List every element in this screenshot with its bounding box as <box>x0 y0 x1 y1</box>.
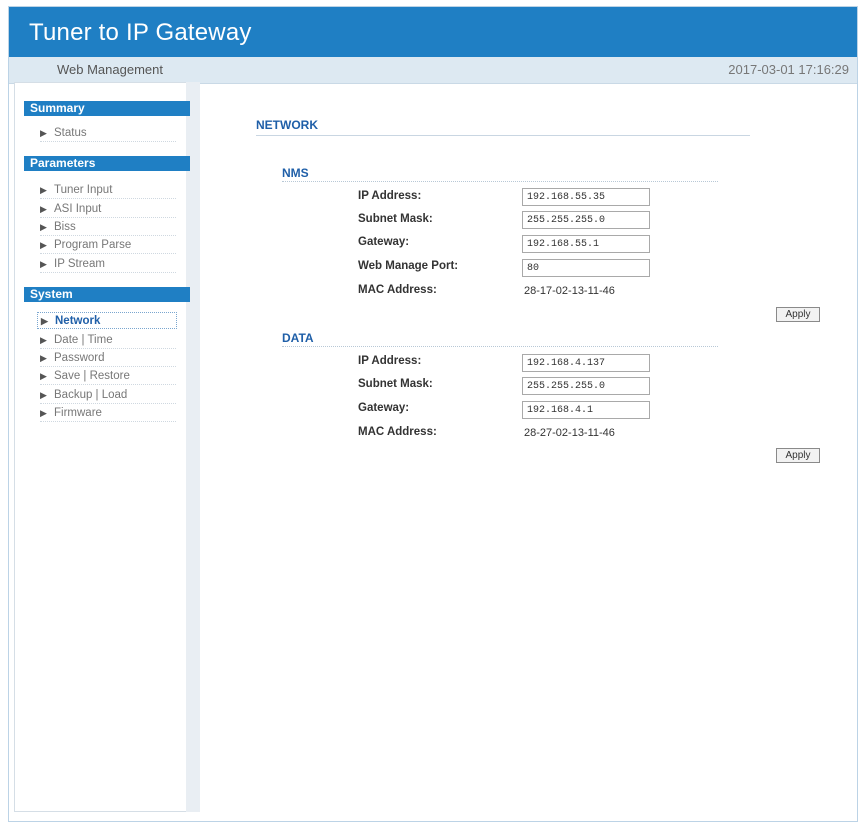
sidebar-item-tuner-input[interactable]: ▶ Tuner Input <box>40 182 176 199</box>
sidebar-item-date-time[interactable]: ▶ Date | Time <box>40 332 176 349</box>
nms-gateway-label: Gateway: <box>358 236 410 248</box>
sidebar-item-save-restore[interactable]: ▶ Save | Restore <box>40 368 176 385</box>
web-management-label: Web Management <box>57 62 163 77</box>
nms-divider <box>282 181 718 182</box>
nms-web-port-label: Web Manage Port: <box>358 260 459 272</box>
section-header-parameters: Parameters <box>24 156 190 171</box>
nms-mac-value: 28-17-02-13-11-46 <box>524 285 615 297</box>
arrow-right-icon: ▶ <box>41 316 48 326</box>
arrow-right-icon: ▶ <box>40 259 47 269</box>
nms-subnet-label: Subnet Mask: <box>358 213 433 225</box>
data-divider <box>282 346 718 347</box>
sidebar-item-label: IP Stream <box>54 258 105 270</box>
sidebar-item-label: Program Parse <box>54 239 132 251</box>
data-apply-button[interactable]: Apply <box>776 448 820 463</box>
arrow-right-icon: ▶ <box>40 408 47 418</box>
sidebar-item-label: Biss <box>54 221 76 233</box>
sidebar-item-network[interactable]: ▶ Network <box>37 312 177 329</box>
sidebar-item-label: ASI Input <box>54 203 102 215</box>
sidebar-item-biss[interactable]: ▶ Biss <box>40 219 176 236</box>
data-ip-input[interactable] <box>522 354 650 372</box>
arrow-right-icon: ▶ <box>40 185 47 195</box>
arrow-right-icon: ▶ <box>40 128 47 138</box>
sidebar-item-label: Password <box>54 352 105 364</box>
data-gateway-label: Gateway: <box>358 402 410 414</box>
data-gateway-input[interactable] <box>522 401 650 419</box>
sidebar-item-label: Firmware <box>54 407 102 419</box>
sidebar-item-label: Status <box>54 127 87 139</box>
sidebar-item-label: Save | Restore <box>54 370 130 382</box>
app-title: Tuner to IP Gateway <box>29 19 252 46</box>
arrow-right-icon: ▶ <box>40 240 47 250</box>
sidebar-divider <box>186 82 200 812</box>
sidebar-item-ip-stream[interactable]: ▶ IP Stream <box>40 256 176 273</box>
nms-ip-label: IP Address: <box>358 190 422 202</box>
page-title: NETWORK <box>256 118 318 132</box>
datetime-display: 2017-03-01 17:16:29 <box>728 62 849 77</box>
nms-gateway-input[interactable] <box>522 235 650 253</box>
data-ip-label: IP Address: <box>358 355 422 367</box>
sidebar-item-label: Network <box>55 315 101 327</box>
sidebar-item-label: Date | Time <box>54 334 113 346</box>
data-subnet-input[interactable] <box>522 377 650 395</box>
sidebar-item-label: Backup | Load <box>54 389 128 401</box>
sidebar-item-backup-load[interactable]: ▶ Backup | Load <box>40 387 176 404</box>
data-subnet-label: Subnet Mask: <box>358 378 433 390</box>
arrow-right-icon: ▶ <box>40 204 47 214</box>
sub-header: Web Management 2017-03-01 17:16:29 <box>9 57 857 84</box>
arrow-right-icon: ▶ <box>40 335 47 345</box>
section-header-system: System <box>24 287 190 302</box>
data-mac-label: MAC Address: <box>358 426 437 438</box>
arrow-right-icon: ▶ <box>40 353 47 363</box>
nms-subnet-input[interactable] <box>522 211 650 229</box>
sidebar-item-label: Tuner Input <box>54 184 113 196</box>
nms-section-title: NMS <box>282 166 309 180</box>
nms-apply-button[interactable]: Apply <box>776 307 820 322</box>
sidebar-item-asi-input[interactable]: ▶ ASI Input <box>40 201 176 218</box>
section-header-summary: Summary <box>24 101 190 116</box>
data-mac-value: 28-27-02-13-11-46 <box>524 427 615 439</box>
arrow-right-icon: ▶ <box>40 390 47 400</box>
nms-web-port-input[interactable] <box>522 259 650 277</box>
arrow-right-icon: ▶ <box>40 371 47 381</box>
data-section-title: DATA <box>282 331 314 345</box>
nms-mac-label: MAC Address: <box>358 284 437 296</box>
title-bar: Tuner to IP Gateway <box>9 7 857 57</box>
nms-ip-input[interactable] <box>522 188 650 206</box>
sidebar-item-status[interactable]: ▶ Status <box>40 125 176 142</box>
sidebar-item-program-parse[interactable]: ▶ Program Parse <box>40 237 176 254</box>
sidebar-item-firmware[interactable]: ▶ Firmware <box>40 405 176 422</box>
sidebar-item-password[interactable]: ▶ Password <box>40 350 176 367</box>
title-divider <box>256 135 750 136</box>
arrow-right-icon: ▶ <box>40 222 47 232</box>
